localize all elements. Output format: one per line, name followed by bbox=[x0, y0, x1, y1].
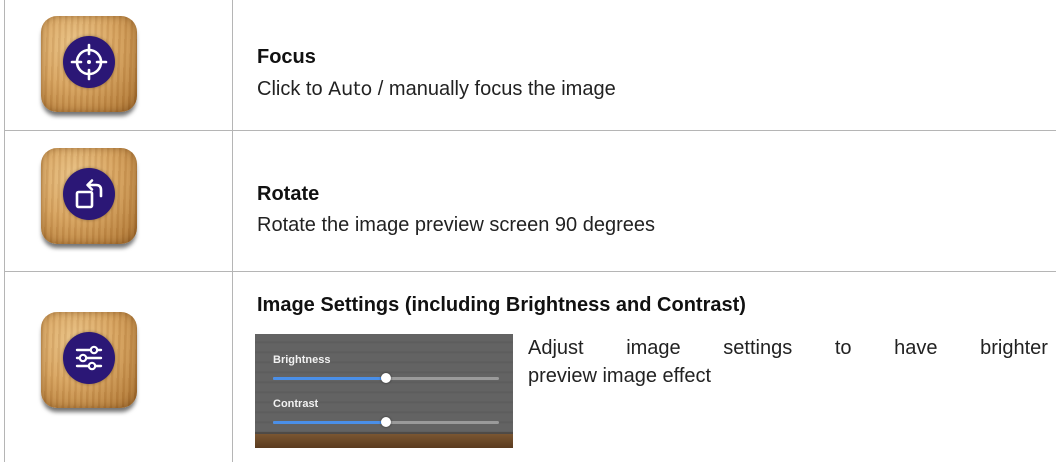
brightness-slider bbox=[273, 373, 499, 383]
icon-cell bbox=[0, 131, 232, 271]
table-row-image-settings: Image Settings (including Brightness and… bbox=[0, 272, 1056, 462]
contrast-slider-knob bbox=[381, 417, 391, 427]
icon-cell bbox=[0, 272, 232, 462]
row-title: Image Settings (including Brightness and… bbox=[257, 294, 746, 316]
desc-word: image bbox=[626, 337, 681, 359]
settings-preview-screenshot: Brightness Contrast bbox=[255, 334, 513, 448]
wood-surface bbox=[255, 434, 513, 448]
row-title: Focus bbox=[257, 46, 316, 68]
rotate-button-tile[interactable] bbox=[41, 148, 137, 244]
contrast-slider-fill bbox=[273, 421, 386, 424]
settings-panel: Brightness Contrast bbox=[255, 334, 513, 440]
row-description: Adjust image settings to have brighter p… bbox=[528, 334, 1048, 390]
desc-word: to bbox=[834, 337, 852, 359]
contrast-label: Contrast bbox=[273, 398, 319, 410]
brightness-slider-knob bbox=[381, 373, 391, 383]
text-cell: Image Settings (including Brightness and… bbox=[233, 272, 1056, 462]
description-line-1: Adjust image settings to have brighter bbox=[528, 334, 1048, 362]
row-description: Click to Auto / manually focus the image bbox=[257, 78, 616, 101]
row-description: Rotate the image preview screen 90 degre… bbox=[257, 214, 656, 236]
rotate-icon bbox=[63, 168, 115, 220]
description-prefix: Click to bbox=[257, 78, 329, 100]
focus-crosshair-icon bbox=[63, 36, 115, 88]
description-suffix: / manually focus the image bbox=[372, 78, 616, 100]
table-row-focus: Focus Click to Auto / manually focus the… bbox=[0, 0, 1056, 130]
contrast-slider bbox=[273, 417, 499, 427]
auto-keyword: Auto bbox=[328, 78, 373, 100]
desc-word: have bbox=[894, 337, 938, 359]
icon-cell bbox=[0, 0, 232, 130]
desc-word: settings bbox=[723, 337, 793, 359]
table-row-rotate: Rotate Rotate the image preview screen 9… bbox=[0, 131, 1056, 271]
feature-table: Focus Click to Auto / manually focus the… bbox=[0, 0, 1056, 462]
desc-word: Adjust bbox=[528, 337, 584, 359]
desc-word: brighter bbox=[980, 337, 1048, 359]
sliders-settings-icon bbox=[63, 332, 115, 384]
brightness-slider-fill bbox=[273, 377, 386, 380]
description-line-2: preview image effect bbox=[528, 365, 712, 387]
text-cell: Rotate Rotate the image preview screen 9… bbox=[233, 131, 1056, 271]
brightness-label: Brightness bbox=[273, 354, 331, 366]
text-cell: Focus Click to Auto / manually focus the… bbox=[233, 0, 1056, 130]
image-settings-button-tile[interactable] bbox=[41, 312, 137, 408]
focus-button-tile[interactable] bbox=[41, 16, 137, 112]
row-title: Rotate bbox=[257, 183, 320, 205]
